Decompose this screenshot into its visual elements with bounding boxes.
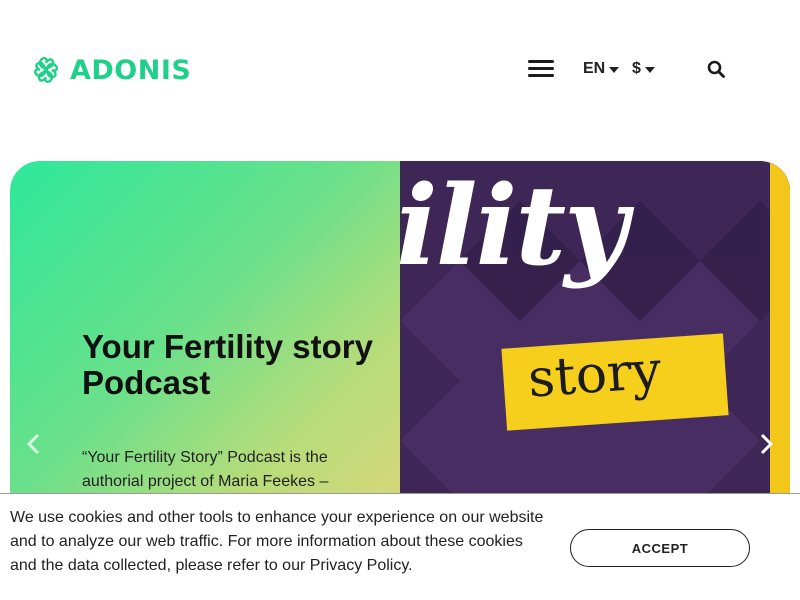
chevron-right-icon[interactable] [756,431,776,457]
search-icon[interactable] [707,60,725,78]
chevron-left-icon[interactable] [24,431,44,457]
accept-cookies-button[interactable]: ACCEPT [570,529,750,567]
logo-text: ADONIS [70,54,192,86]
language-label: EN [583,60,606,77]
currency-label: $ [632,60,641,77]
cookie-message: We use cookies and other tools to enhanc… [10,509,544,574]
language-selector[interactable]: EN [583,60,620,78]
caret-down-icon [609,67,620,73]
cover-title-text: ility [400,161,628,290]
hero-slider: Your Fertility story Podcast “Your Ferti… [10,161,790,521]
site-header: ADONIS EN $ [0,0,800,140]
site-logo[interactable]: ADONIS [30,54,191,86]
slide-description: “Your Fertility Story” Podcast is the au… [82,449,329,490]
cookie-consent-bar: We use cookies and other tools to enhanc… [0,493,800,600]
slide-title: Your Fertility story Podcast [82,328,373,401]
clover-logo-icon [34,57,58,83]
caret-down-icon [644,67,655,73]
podcast-cover-image: ility story [400,161,790,521]
currency-selector[interactable]: $ [632,60,655,78]
cover-yellow-edge [770,161,790,521]
cover-story-text: story [526,340,664,410]
slide-text-panel: Your Fertility story Podcast “Your Ferti… [10,161,400,521]
hamburger-menu-icon[interactable] [528,60,554,80]
